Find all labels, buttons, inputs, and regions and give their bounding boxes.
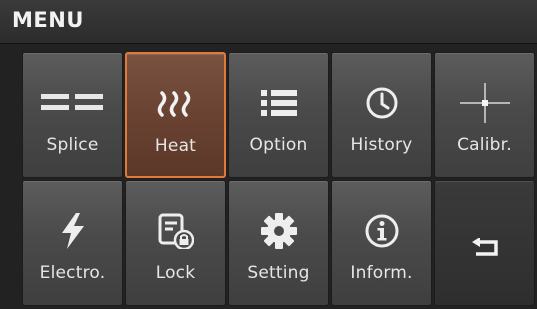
electro-label: Electro.: [39, 263, 106, 283]
info-icon: [332, 209, 431, 253]
option-button[interactable]: Option: [228, 52, 329, 178]
crosshair-icon: [435, 81, 534, 125]
setting-button[interactable]: Setting: [228, 180, 329, 306]
gear-icon: [229, 209, 328, 253]
setting-label: Setting: [247, 263, 310, 283]
option-label: Option: [249, 135, 308, 155]
splice-button[interactable]: Splice: [22, 52, 123, 178]
splice-label: Splice: [46, 135, 99, 155]
header-bar: MENU: [0, 0, 537, 44]
heat-label: Heat: [154, 136, 197, 156]
heat-icon: [127, 82, 224, 126]
lock-icon: [126, 209, 225, 253]
history-button[interactable]: History: [331, 52, 432, 178]
page-title: MENU: [12, 8, 84, 32]
list-icon: [229, 81, 328, 125]
lock-button[interactable]: Lock: [125, 180, 226, 306]
inform-button[interactable]: Inform.: [331, 180, 432, 306]
clock-icon: [332, 81, 431, 125]
heat-button[interactable]: Heat: [125, 52, 226, 178]
calibr-label: Calibr.: [457, 135, 512, 155]
return-icon: [435, 226, 534, 270]
calibr-button[interactable]: Calibr.: [434, 52, 535, 178]
menu-screen: MENU Splice Heat Option History Calibr. …: [0, 0, 537, 309]
lock-label: Lock: [155, 263, 196, 283]
electro-button[interactable]: Electro.: [22, 180, 123, 306]
history-label: History: [350, 135, 413, 155]
lightning-icon: [23, 209, 122, 253]
back-button[interactable]: [434, 180, 535, 306]
inform-label: Inform.: [350, 263, 413, 283]
splice-icon: [23, 81, 122, 125]
